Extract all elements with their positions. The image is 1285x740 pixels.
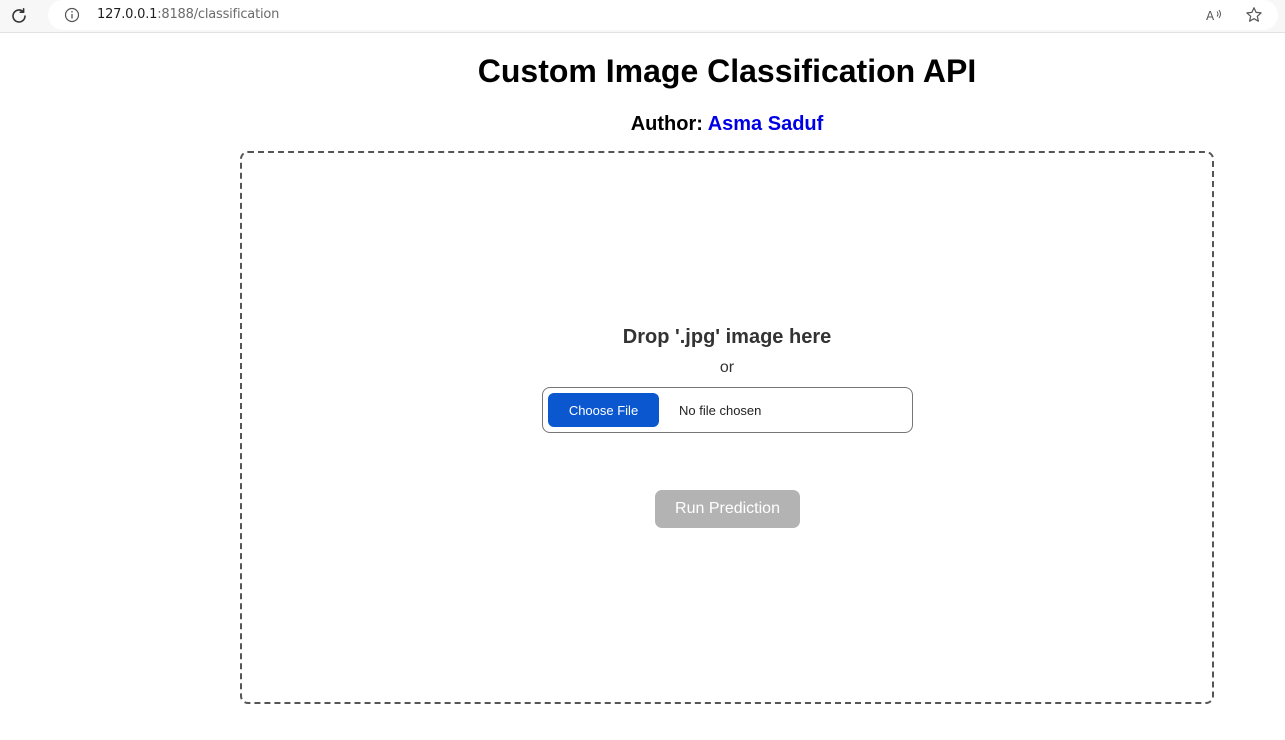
author-label: Author:	[630, 113, 708, 135]
url-text[interactable]: 127.0.0.1:8188/classification	[97, 7, 279, 22]
favorite-star-icon[interactable]	[1244, 5, 1264, 25]
file-input[interactable]: Choose File No file chosen	[542, 387, 913, 433]
site-info-icon[interactable]	[64, 7, 80, 23]
reload-icon[interactable]	[8, 5, 30, 27]
author-name: Asma Saduf	[707, 113, 824, 135]
page-title: Custom Image Classification API	[477, 53, 977, 89]
author-line: Author: Asma Saduf	[0, 113, 1285, 136]
image-drop-zone[interactable]: Drop '.jpg' image here or Choose File No…	[240, 151, 1214, 704]
svg-text:A: A	[1206, 9, 1215, 23]
url-host: 127.0.0.1	[97, 7, 158, 22]
choose-file-button[interactable]: Choose File	[548, 393, 659, 427]
url-path: :8188/classification	[157, 7, 280, 22]
run-prediction-button[interactable]: Run Prediction	[655, 490, 800, 528]
drop-instruction: Drop '.jpg' image here	[622, 326, 832, 348]
browser-toolbar: 127.0.0.1:8188/classification A	[0, 0, 1285, 33]
read-aloud-icon[interactable]: A	[1204, 5, 1224, 25]
file-status-text: No file chosen	[679, 403, 762, 418]
or-separator: or	[719, 359, 735, 376]
address-bar[interactable]: 127.0.0.1:8188/classification A	[48, 0, 1278, 30]
